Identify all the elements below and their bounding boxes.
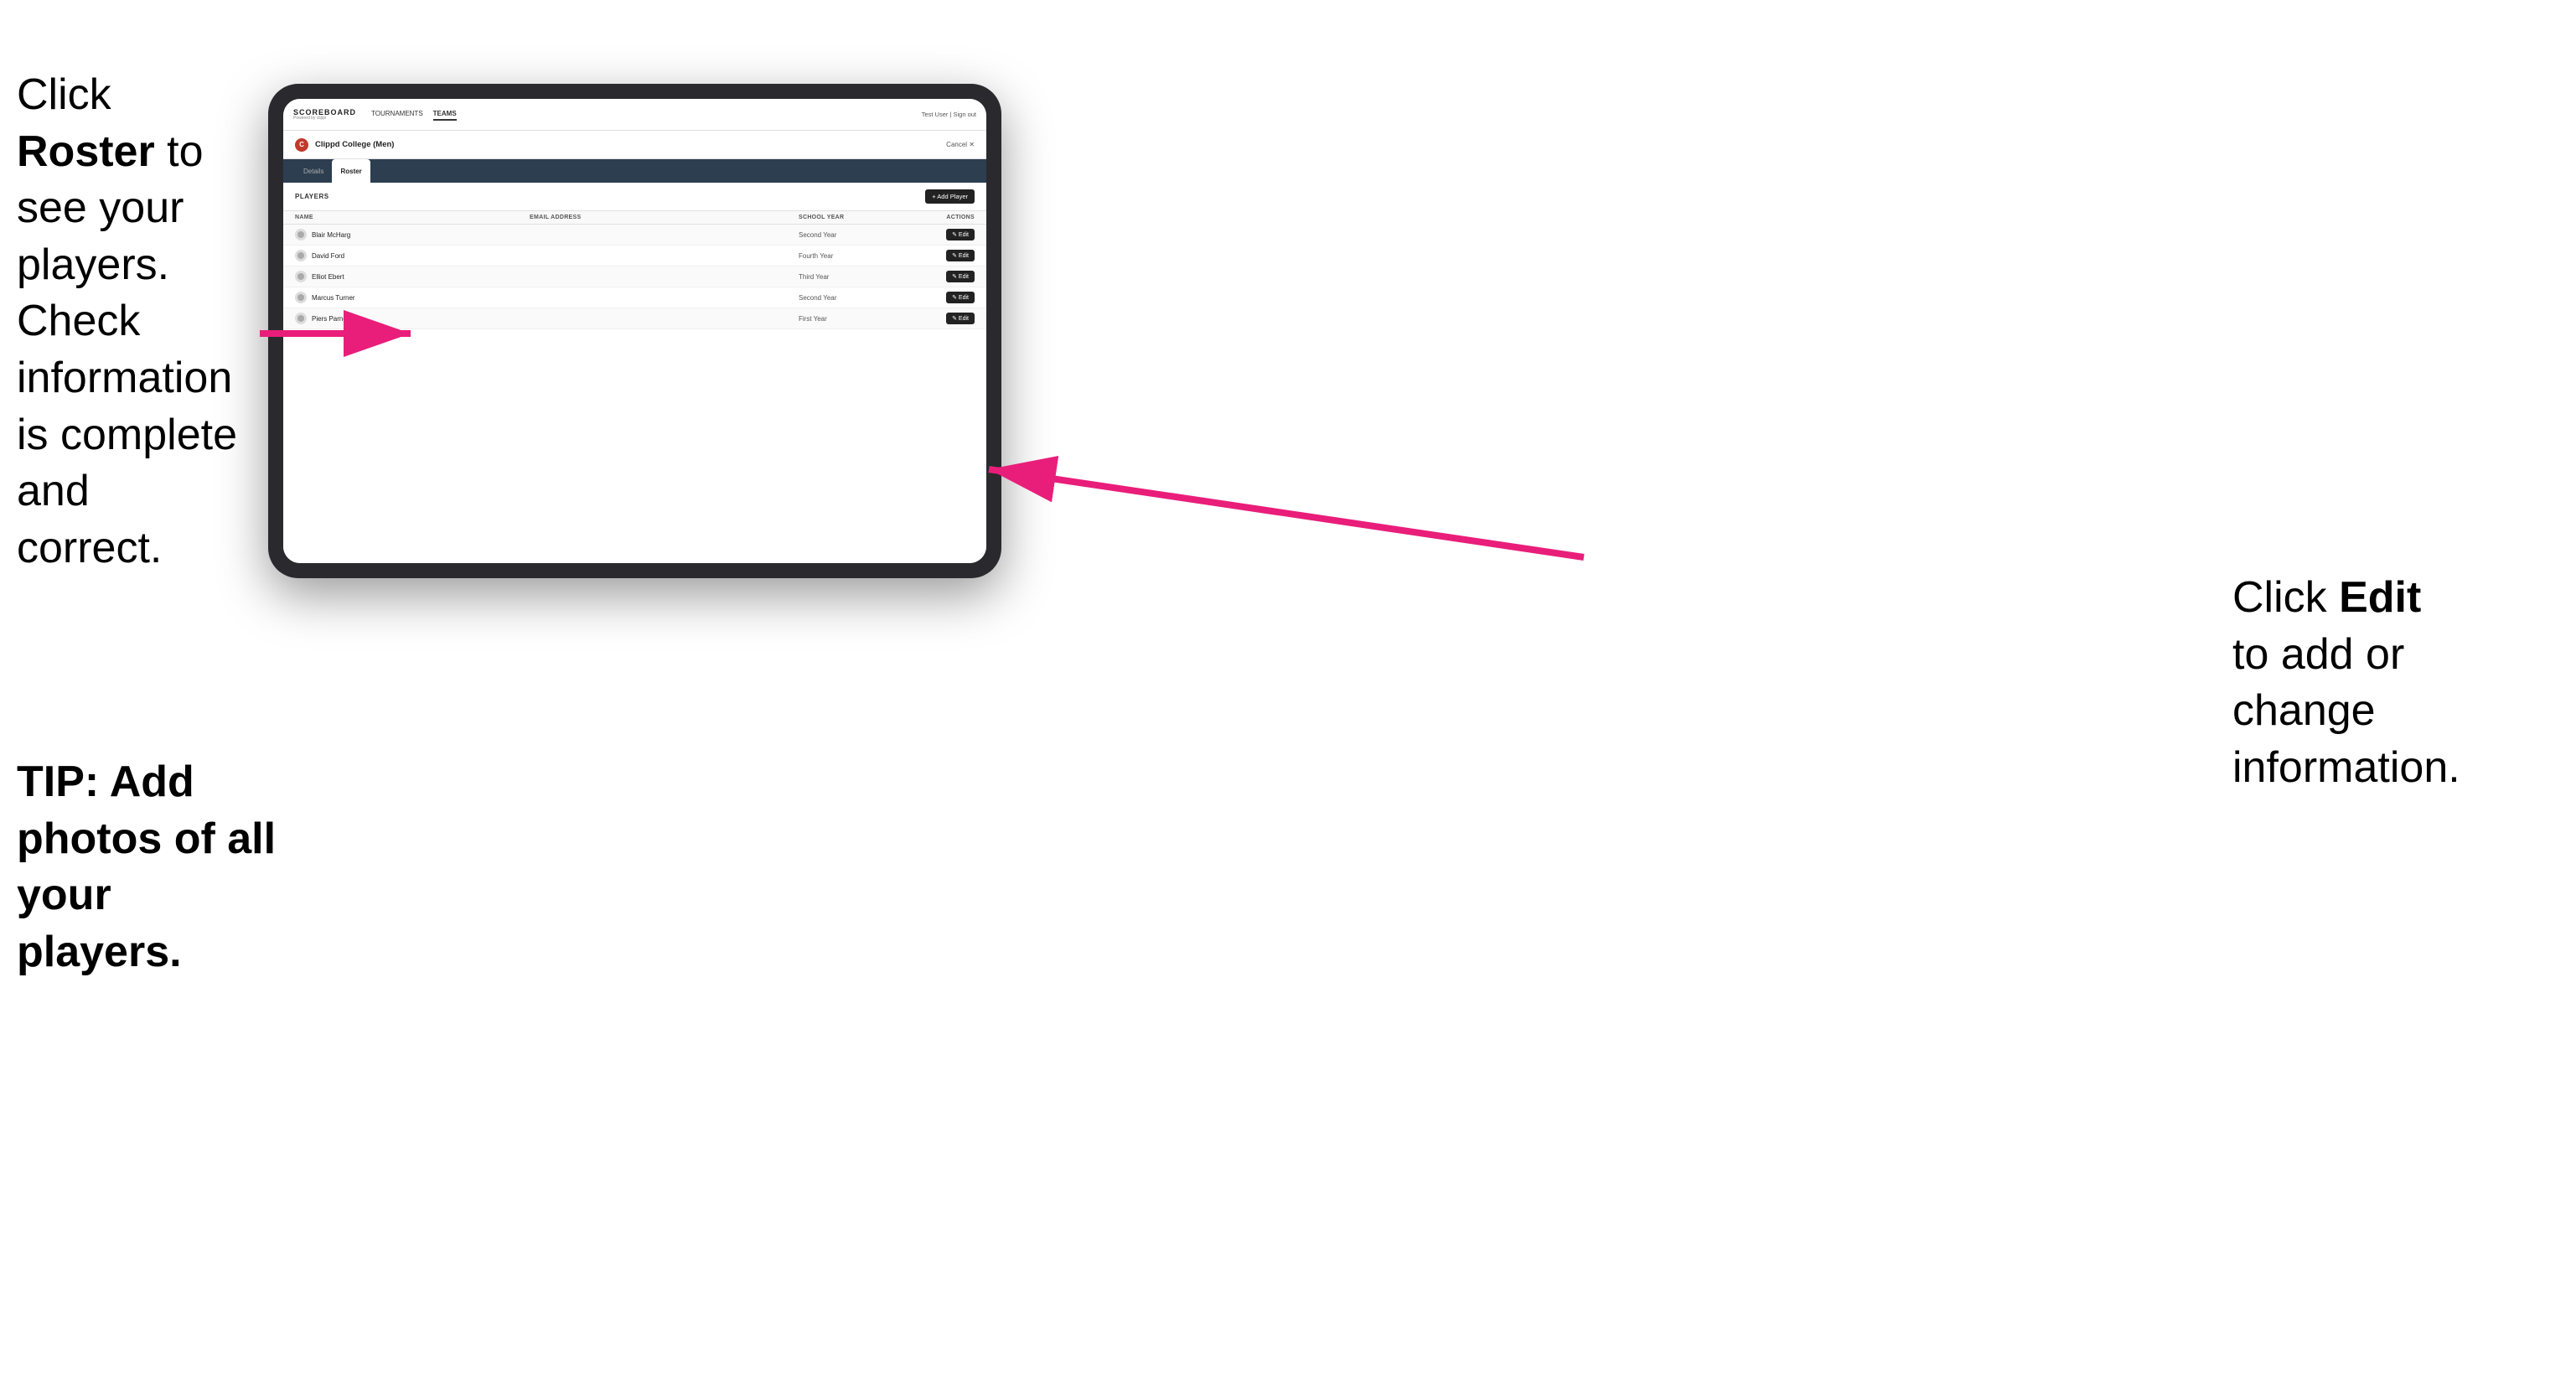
table-row: Elliot Ebert Third Year ✎ Edit — [283, 266, 986, 287]
tablet-device: SCOREBOARD Powered by clippi TOURNAMENTS… — [268, 84, 1001, 578]
avatar — [295, 271, 307, 282]
col-name-header: NAME — [295, 215, 530, 220]
actions-cell: ✎ Edit — [908, 229, 975, 240]
player-year: Fourth Year — [799, 252, 908, 260]
player-name-cell: Piers Parnell — [295, 313, 530, 324]
avatar — [295, 313, 307, 324]
actions-cell: ✎ Edit — [908, 292, 975, 303]
tab-bar: Details Roster — [283, 159, 986, 183]
navbar: SCOREBOARD Powered by clippi TOURNAMENTS… — [283, 99, 986, 131]
table-header: NAME EMAIL ADDRESS SCHOOL YEAR ACTIONS — [283, 211, 986, 225]
edit-button[interactable]: ✎ Edit — [946, 271, 975, 282]
tab-roster[interactable]: Roster — [332, 159, 370, 183]
table-row: Marcus Turner Second Year ✎ Edit — [283, 287, 986, 308]
avatar-icon — [297, 315, 304, 322]
tablet-screen: SCOREBOARD Powered by clippi TOURNAMENTS… — [283, 99, 986, 563]
player-year: Second Year — [799, 231, 908, 239]
instruction-right-text: Click Editto add or changeinformation. — [2232, 573, 2460, 792]
team-logo: C — [295, 138, 308, 152]
avatar — [295, 292, 307, 303]
edit-button[interactable]: ✎ Edit — [946, 292, 975, 303]
add-player-button[interactable]: + Add Player — [925, 189, 975, 204]
players-header: PLAYERS + Add Player — [283, 183, 986, 211]
avatar — [295, 229, 307, 240]
avatar-icon — [297, 231, 304, 238]
player-name: Marcus Turner — [312, 294, 355, 302]
actions-cell: ✎ Edit — [908, 250, 975, 261]
avatar-icon — [297, 273, 304, 280]
player-name: Piers Parnell — [312, 315, 349, 323]
logo-sub: Powered by clippi — [293, 116, 356, 121]
instruction-line1: Click Roster tosee your players.Check in… — [17, 70, 237, 572]
table-row: Blair McHarg Second Year ✎ Edit — [283, 225, 986, 246]
table-row: Piers Parnell First Year ✎ Edit — [283, 308, 986, 329]
col-email-header: EMAIL ADDRESS — [530, 215, 799, 220]
cancel-button[interactable]: Cancel ✕ — [946, 141, 975, 148]
player-name-cell: David Ford — [295, 250, 530, 261]
instruction-left: Click Roster tosee your players.Check in… — [17, 67, 260, 577]
table-row: David Ford Fourth Year ✎ Edit — [283, 246, 986, 266]
players-label: PLAYERS — [295, 193, 329, 200]
player-year: First Year — [799, 315, 908, 323]
edit-button[interactable]: ✎ Edit — [946, 250, 975, 261]
logo-area: SCOREBOARD Powered by clippi — [293, 109, 356, 121]
col-year-header: SCHOOL YEAR — [799, 215, 908, 220]
player-year: Third Year — [799, 273, 908, 281]
tab-roster-label: Roster — [340, 168, 361, 175]
nav-links: TOURNAMENTS TEAMS — [371, 108, 918, 121]
col-actions-header: ACTIONS — [908, 215, 975, 220]
actions-cell: ✎ Edit — [908, 313, 975, 324]
nav-user: Test User | Sign out — [918, 111, 976, 118]
edit-button[interactable]: ✎ Edit — [946, 313, 975, 324]
instruction-right: Click Editto add or changeinformation. — [2232, 570, 2551, 796]
content-area: PLAYERS + Add Player NAME EMAIL ADDRESS … — [283, 183, 986, 563]
tip-text: TIP: Add photos of all your players. — [17, 754, 277, 980]
team-header: C Clippd College (Men) Cancel ✕ — [283, 131, 986, 159]
player-name-cell: Elliot Ebert — [295, 271, 530, 282]
player-name-cell: Blair McHarg — [295, 229, 530, 240]
player-name-cell: Marcus Turner — [295, 292, 530, 303]
nav-teams[interactable]: TEAMS — [433, 108, 457, 121]
table-body: Blair McHarg Second Year ✎ Edit David Fo… — [283, 225, 986, 563]
user-info: Test User | Sign out — [922, 111, 976, 118]
avatar — [295, 250, 307, 261]
player-name: Blair McHarg — [312, 231, 350, 239]
tab-details-label: Details — [303, 168, 323, 175]
player-name: David Ford — [312, 252, 344, 260]
avatar-icon — [297, 294, 304, 301]
team-name: Clippd College (Men) — [315, 140, 946, 149]
player-name: Elliot Ebert — [312, 273, 344, 281]
tab-details[interactable]: Details — [295, 159, 332, 183]
nav-tournaments[interactable]: TOURNAMENTS — [371, 108, 423, 121]
edit-button[interactable]: ✎ Edit — [946, 229, 975, 240]
avatar-icon — [297, 252, 304, 259]
player-year: Second Year — [799, 294, 908, 302]
actions-cell: ✎ Edit — [908, 271, 975, 282]
